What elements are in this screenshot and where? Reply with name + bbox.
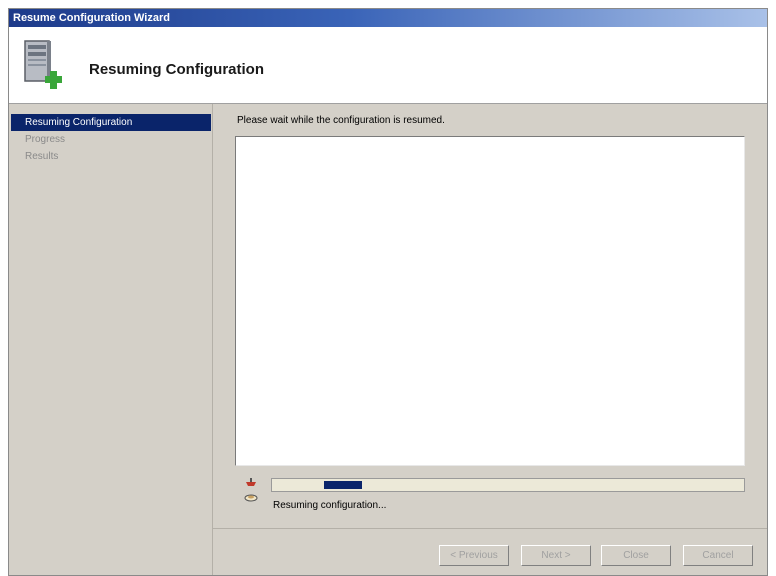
wizard-steps-sidebar: Resuming Configuration Progress Results (9, 104, 213, 575)
page-title: Resuming Configuration (89, 61, 264, 78)
window-title: Resume Configuration Wizard (13, 12, 170, 24)
server-add-icon (24, 40, 62, 89)
sidebar-item-progress[interactable]: Progress (11, 131, 211, 148)
progress-bar (271, 478, 745, 492)
wizard-content: Please wait while the configuration is r… (213, 104, 767, 529)
button-bar: < Previous Next > Close Cancel (213, 528, 767, 575)
cancel-button[interactable]: Cancel (683, 545, 753, 566)
log-output-box[interactable] (235, 136, 745, 466)
wizard-header: Resuming Configuration (9, 27, 767, 104)
progress-bar-indicator (324, 481, 362, 489)
previous-button[interactable]: < Previous (439, 545, 509, 566)
sidebar-item-resuming-configuration[interactable]: Resuming Configuration (11, 114, 211, 131)
wizard-window: Resume Configuration Wizard Resuming Con… (8, 8, 768, 576)
sidebar-item-results[interactable]: Results (11, 148, 211, 165)
next-button[interactable]: Next > (521, 545, 591, 566)
close-button[interactable]: Close (601, 545, 671, 566)
title-bar[interactable]: Resume Configuration Wizard (9, 9, 767, 27)
hourglass-icon (244, 478, 258, 502)
status-text: Resuming configuration... (273, 500, 387, 511)
instruction-text: Please wait while the configuration is r… (237, 115, 445, 126)
